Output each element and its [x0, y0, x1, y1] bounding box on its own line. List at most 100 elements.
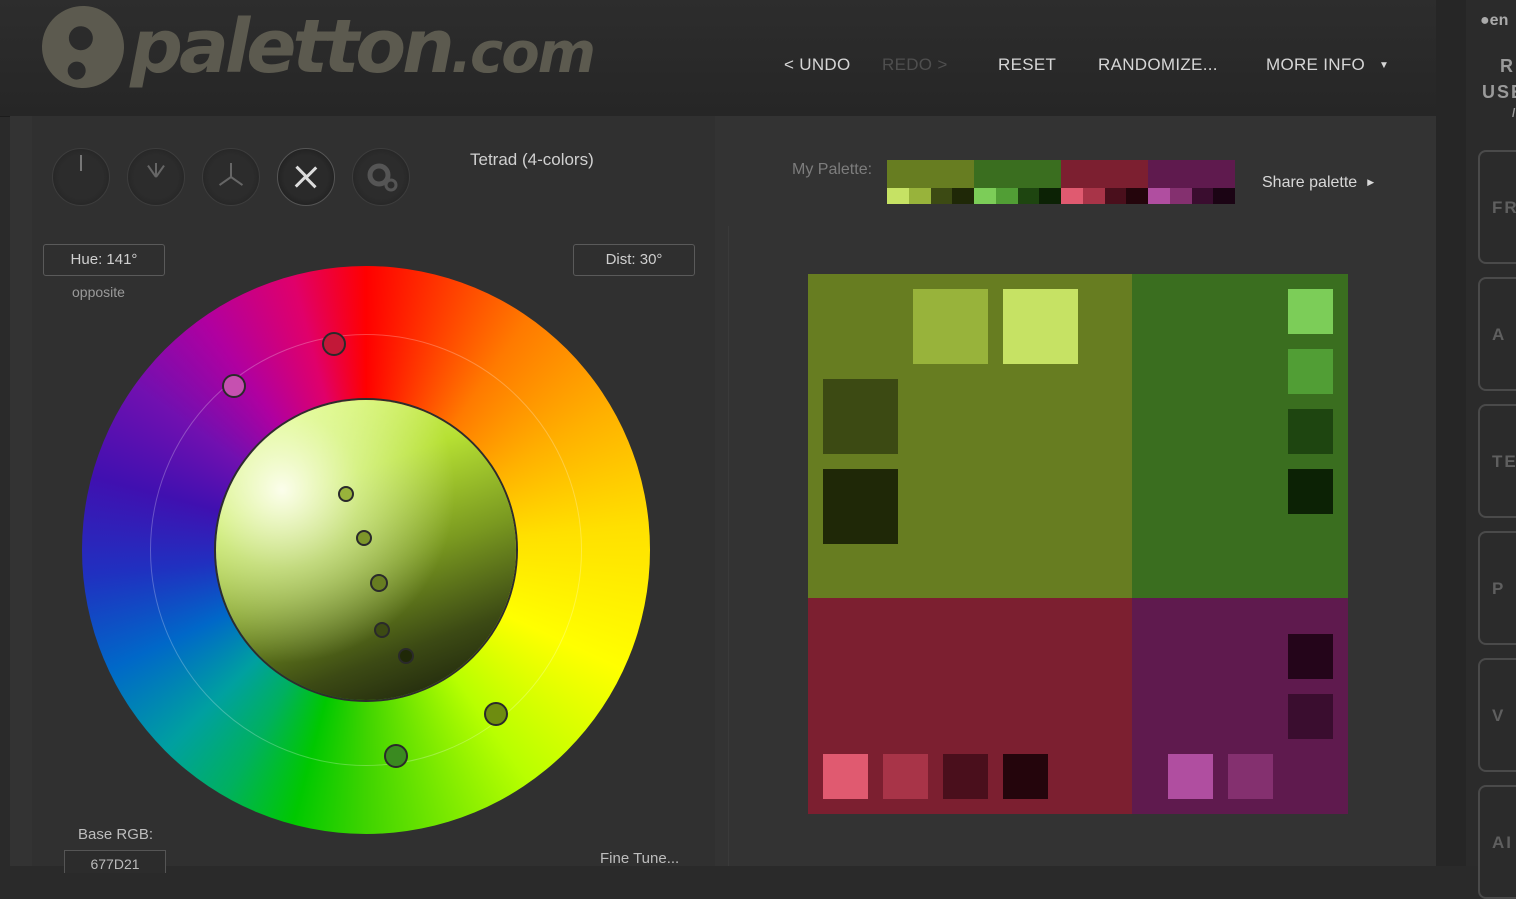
- more-info-menu[interactable]: MORE INFO ▼: [1266, 55, 1389, 75]
- fine-tune-link[interactable]: Fine Tune...: [600, 850, 679, 867]
- tetrad-spoke: [304, 176, 317, 189]
- preview-secondary-1[interactable]: [1132, 274, 1348, 598]
- hue-field[interactable]: Hue: 141°: [43, 244, 165, 276]
- mono-scheme-button[interactable]: [52, 148, 110, 206]
- saturation-brightness-disc[interactable]: [216, 400, 516, 700]
- freestyle-scheme-button[interactable]: [352, 148, 410, 206]
- my-palette-shade-swatch[interactable]: [908, 188, 931, 204]
- preview-primary[interactable]: [808, 274, 1132, 598]
- my-palette-shade-swatch[interactable]: [952, 188, 974, 204]
- sidebar-tab-label: P: [1492, 579, 1506, 598]
- hue-sublabel: opposite: [72, 284, 125, 300]
- palette-logo-icon: [30, 0, 136, 100]
- my-palette-shade-swatch[interactable]: [1104, 188, 1127, 204]
- redo-button[interactable]: REDO >: [882, 55, 948, 75]
- my-palette-color-2[interactable]: [974, 160, 1061, 204]
- sidebar-tab-label: FR: [1492, 198, 1516, 217]
- undo-button[interactable]: < UNDO: [784, 55, 851, 75]
- preview-swatch[interactable]: [883, 754, 928, 799]
- preview-swatch[interactable]: [1288, 694, 1333, 739]
- my-palette-shades: [1061, 188, 1148, 204]
- shade-marker[interactable]: [398, 648, 414, 664]
- wheel-marker-red[interactable]: [322, 332, 346, 356]
- main-panel: Tetrad (4-colors) Hue: 141° opposite Dis…: [10, 116, 1436, 873]
- preview-swatch[interactable]: [913, 289, 988, 364]
- tetrad-spoke: [295, 165, 308, 178]
- share-palette-button[interactable]: Share palette ▶: [1262, 174, 1374, 192]
- sidebar-tab-label: A: [1492, 325, 1507, 344]
- randomize-button[interactable]: RANDOMIZE...: [1098, 55, 1218, 75]
- sidebar-tab-fr[interactable]: FR: [1478, 150, 1516, 264]
- my-palette-shade-swatch[interactable]: [887, 188, 909, 204]
- wheel-marker-purple[interactable]: [222, 374, 246, 398]
- preview-swatch[interactable]: [823, 469, 898, 544]
- my-palette-main-swatch[interactable]: [974, 160, 1061, 188]
- sidebar-tab-ai[interactable]: AI: [1478, 785, 1516, 899]
- distance-field[interactable]: Dist: 30°: [573, 244, 695, 276]
- sidebar-tab-p[interactable]: P: [1478, 531, 1516, 645]
- my-palette-shade-swatch[interactable]: [1191, 188, 1214, 204]
- my-palette-main-swatch[interactable]: [1148, 160, 1235, 188]
- triad-scheme-button[interactable]: [202, 148, 260, 206]
- preview-swatch[interactable]: [1003, 289, 1078, 364]
- shade-marker[interactable]: [374, 622, 390, 638]
- triad-spoke: [218, 176, 232, 186]
- my-palette-shade-swatch[interactable]: [1148, 188, 1170, 204]
- paletton-logo[interactable]: paletton.com: [30, 0, 596, 100]
- preview-swatch[interactable]: [1288, 469, 1333, 514]
- preview-complement[interactable]: [1132, 598, 1348, 814]
- my-palette-shade-swatch[interactable]: [1169, 188, 1192, 204]
- preview-swatch[interactable]: [823, 379, 898, 454]
- preview-secondary-2[interactable]: [808, 598, 1132, 814]
- my-palette-shade-swatch[interactable]: [1126, 188, 1148, 204]
- my-palette-shade-swatch[interactable]: [1039, 188, 1061, 204]
- preview-swatch[interactable]: [823, 754, 868, 799]
- scheme-title: Tetrad (4-colors): [470, 150, 594, 169]
- base-rgb-input[interactable]: 677D21: [64, 850, 166, 873]
- palette-preview: [808, 274, 1348, 814]
- preview-swatch[interactable]: [1288, 409, 1333, 454]
- my-palette-shades: [887, 188, 974, 204]
- my-palette-main-swatch[interactable]: [887, 160, 974, 188]
- my-palette-shade-swatch[interactable]: [1017, 188, 1040, 204]
- preview-swatch[interactable]: [1228, 754, 1273, 799]
- my-palette-shades: [974, 188, 1061, 204]
- sidebar-tab-label: TE: [1492, 452, 1516, 471]
- preview-swatch[interactable]: [1288, 349, 1333, 394]
- sidebar-tab-v[interactable]: V: [1478, 658, 1516, 772]
- triad-spoke: [230, 176, 244, 186]
- my-palette-shade-swatch[interactable]: [974, 188, 996, 204]
- preview-swatch[interactable]: [1003, 754, 1048, 799]
- gear-icon: [367, 163, 398, 192]
- sidebar-title-3: /: [1512, 106, 1516, 120]
- preview-swatch[interactable]: [1288, 634, 1333, 679]
- sidebar-tab-a[interactable]: A: [1478, 277, 1516, 391]
- wheel-marker-green[interactable]: [384, 744, 408, 768]
- my-palette-shade-swatch[interactable]: [995, 188, 1018, 204]
- caret-right-icon: ▶: [1367, 177, 1375, 187]
- my-palette-strip[interactable]: [887, 160, 1235, 204]
- my-palette-shade-swatch[interactable]: [930, 188, 953, 204]
- shade-marker[interactable]: [356, 530, 372, 546]
- preview-swatch[interactable]: [943, 754, 988, 799]
- my-palette-shade-swatch[interactable]: [1082, 188, 1105, 204]
- reset-button[interactable]: RESET: [998, 55, 1056, 75]
- language-switch[interactable]: ●en: [1480, 12, 1508, 30]
- mono-icon: [80, 155, 82, 171]
- my-palette-color-3[interactable]: [1061, 160, 1148, 204]
- caret-down-icon: ▼: [1379, 60, 1390, 71]
- my-palette-color-1[interactable]: [887, 160, 974, 204]
- preview-swatch[interactable]: [1168, 754, 1213, 799]
- preview-swatch[interactable]: [1288, 289, 1333, 334]
- my-palette-color-4[interactable]: [1148, 160, 1235, 204]
- sidebar-tab-te[interactable]: TE: [1478, 404, 1516, 518]
- my-palette-shade-swatch[interactable]: [1213, 188, 1235, 204]
- my-palette-shades: [1148, 188, 1235, 204]
- shade-marker[interactable]: [338, 486, 354, 502]
- tetrad-scheme-button[interactable]: [277, 148, 335, 206]
- wheel-marker-base[interactable]: [484, 702, 508, 726]
- my-palette-main-swatch[interactable]: [1061, 160, 1148, 188]
- my-palette-shade-swatch[interactable]: [1061, 188, 1083, 204]
- adjacent-scheme-button[interactable]: [127, 148, 185, 206]
- shade-marker-base[interactable]: [370, 574, 388, 592]
